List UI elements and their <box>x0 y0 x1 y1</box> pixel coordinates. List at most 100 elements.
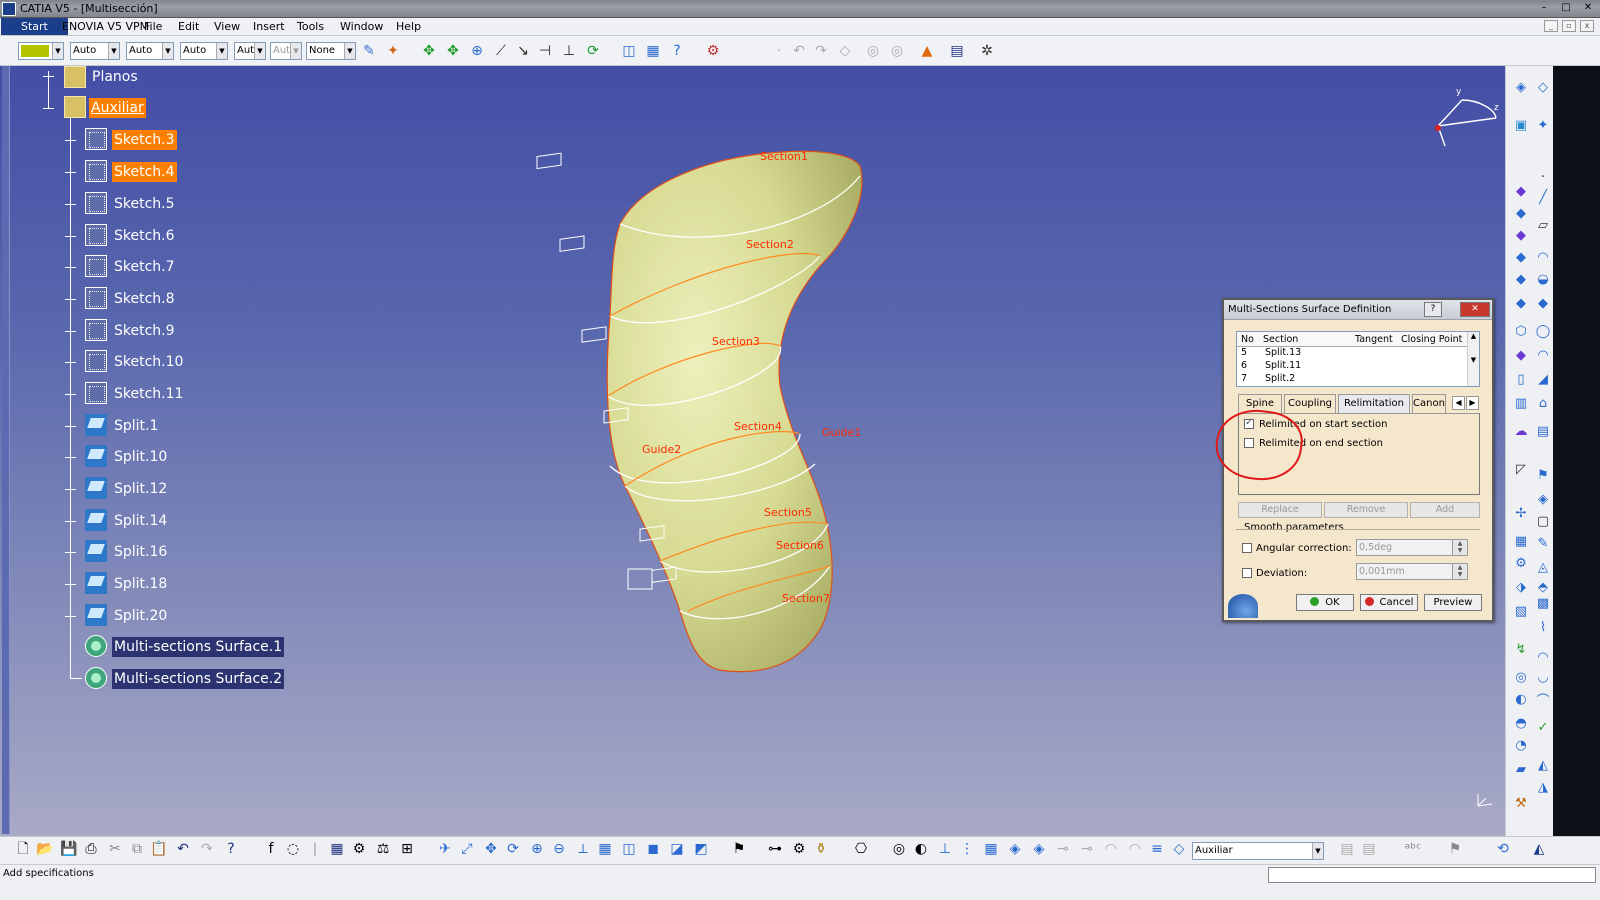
tool-icon[interactable]: ◆ <box>1512 296 1530 312</box>
menu-help[interactable]: Help <box>396 20 421 33</box>
tool-icon[interactable]: ◎ <box>890 841 908 857</box>
spinner-icon[interactable]: ▲ ▼ <box>1452 540 1467 555</box>
tool-icon[interactable]: ◈ <box>1534 492 1552 508</box>
tool-icon[interactable]: ⌇ <box>1534 620 1552 636</box>
remove-button[interactable]: Remove <box>1324 502 1408 518</box>
tool-icon[interactable]: ◐ <box>912 841 930 857</box>
render-style-combo[interactable]: Aut ▼ <box>270 42 302 60</box>
update-icon[interactable]: ⟳ <box>584 43 602 59</box>
menu-view[interactable]: View <box>214 20 240 33</box>
table-row[interactable]: 5 Split.13 <box>1237 347 1467 360</box>
tool-icon[interactable]: ◈ <box>1512 80 1530 96</box>
tool-icon[interactable]: ✓ <box>1534 720 1552 736</box>
tool-icon[interactable]: ◈ <box>1006 841 1024 857</box>
color-combo[interactable]: ▼ <box>18 42 64 60</box>
transparency-combo[interactable]: Auto ▼ <box>70 42 120 60</box>
tool-icon[interactable]: ◆ <box>1512 272 1530 288</box>
snap-icon[interactable]: ⊕ <box>468 43 486 59</box>
iso-view-icon[interactable]: ◫ <box>620 841 638 857</box>
menu-edit[interactable]: Edit <box>178 20 199 33</box>
add-button[interactable]: Add <box>1410 502 1480 518</box>
line-thickness-combo[interactable]: Auto ▼ <box>126 42 174 60</box>
measure-icon[interactable]: ⊶ <box>766 841 784 857</box>
tool-icon[interactable]: ◭ <box>1534 758 1552 774</box>
tool-icon[interactable]: ◆ <box>1512 348 1530 364</box>
catalog-icon[interactable]: ▦ <box>644 43 662 59</box>
tool-icon[interactable]: ▢ <box>1534 514 1552 530</box>
tool-icon[interactable]: ▱ <box>1534 218 1552 234</box>
tool-icon[interactable]: ▦ <box>1512 534 1530 550</box>
table-icon[interactable]: ▤ <box>948 43 966 59</box>
tool-icon[interactable]: ◠ <box>1126 841 1144 857</box>
tool-icon[interactable]: ☁ <box>1512 424 1530 440</box>
tool-icon[interactable]: ◔ <box>1512 738 1530 754</box>
tool-icon[interactable]: · <box>1534 170 1552 186</box>
measure-icon[interactable]: ↘ <box>514 43 532 59</box>
tool-icon[interactable]: ▣ <box>1512 118 1530 134</box>
pan-icon[interactable]: ✥ <box>420 43 438 59</box>
dialog-help-button[interactable]: ? <box>1424 302 1442 317</box>
grid-icon[interactable]: ▦ <box>982 841 1000 857</box>
tool-icon[interactable]: ◓ <box>1512 716 1530 732</box>
compass-icon[interactable]: y z <box>1435 87 1499 147</box>
cut-icon[interactable]: ✂ <box>106 841 124 857</box>
deviation-checkbox[interactable] <box>1242 568 1252 578</box>
text-icon[interactable]: ᵃᵇᶜ <box>1404 841 1422 857</box>
tool-icon[interactable]: ◸ <box>1512 462 1530 478</box>
tool-icon[interactable]: ◯ <box>1534 324 1552 340</box>
replace-button[interactable]: Replace <box>1238 502 1322 518</box>
linetype-combo[interactable]: Auto ▼ <box>180 42 228 60</box>
current-body-combo[interactable]: Auxiliar ▼ <box>1192 842 1324 860</box>
knowledge-icon[interactable]: ⚙ <box>704 43 722 59</box>
tool-icon[interactable]: ⌒ <box>1534 694 1552 710</box>
rotate-icon[interactable]: ⟳ <box>504 841 522 857</box>
catia-app-icon[interactable] <box>2 2 16 16</box>
tool-icon[interactable]: ▤ <box>1338 841 1356 857</box>
menu-tools[interactable]: Tools <box>297 20 324 33</box>
undo-icon[interactable]: ↶ <box>174 841 192 857</box>
cancel-button[interactable]: Cancel <box>1360 594 1418 611</box>
publish-icon[interactable]: ▲ <box>918 43 936 59</box>
tab-relimitation[interactable]: Relimitation <box>1338 394 1410 413</box>
column-header-tangent[interactable]: Tangent <box>1355 334 1393 345</box>
deviation-input[interactable]: 0,001mm ▲ ▼ <box>1356 563 1468 580</box>
angular-correction-input[interactable]: 0,5deg ▲ ▼ <box>1356 539 1468 556</box>
comment-icon[interactable]: ◌ <box>284 841 302 857</box>
tool-icon[interactable]: ◎ <box>1512 670 1530 686</box>
tool-icon[interactable]: ⚑ <box>1534 468 1552 484</box>
minimize-button[interactable]: – <box>1536 1 1552 15</box>
column-header-closing-point[interactable]: Closing Point <box>1401 334 1462 345</box>
tool-icon[interactable]: ▯ <box>1512 372 1530 388</box>
tool-icon[interactable]: ⚙ <box>350 841 368 857</box>
tool-icon[interactable]: ⚙ <box>790 841 808 857</box>
swap-disabled-icon[interactable]: ◎ <box>888 43 906 59</box>
fit-all-icon[interactable]: ⤢ <box>458 841 476 857</box>
copy-icon[interactable]: ⧉ <box>128 841 146 857</box>
new-icon[interactable]: 🗋 <box>14 841 32 857</box>
doc-minimize-icon[interactable]: _ <box>1544 20 1558 32</box>
define-in-work-object-icon[interactable]: ◇ <box>1170 841 1188 857</box>
eraser-icon[interactable]: ◇ <box>836 43 854 59</box>
column-header-section[interactable]: Section <box>1263 334 1298 345</box>
tool-icon[interactable]: ◆ <box>1512 206 1530 222</box>
tool-icon[interactable]: ◈ <box>1030 841 1048 857</box>
print-icon[interactable]: ⎙ <box>82 841 100 857</box>
tool-icon[interactable]: ▤ <box>1534 424 1552 440</box>
hide-show-icon[interactable]: ◪ <box>668 841 686 857</box>
doc-close-icon[interactable]: x <box>1580 20 1594 32</box>
hide-disabled-icon[interactable]: ◎ <box>864 43 882 59</box>
move-icon[interactable]: ✥ <box>444 43 462 59</box>
paint-brush-icon[interactable]: ✎ <box>360 43 378 59</box>
shading-icon[interactable]: ◼ <box>644 841 662 857</box>
axis-system-icon[interactable]: ⊥ <box>936 841 954 857</box>
cube-icon[interactable]: ◫ <box>620 43 638 59</box>
tool-icon[interactable]: ⬘ <box>1534 580 1552 596</box>
tool-icon[interactable]: ▥ <box>1512 396 1530 412</box>
maximize-button[interactable]: □ <box>1558 1 1574 15</box>
tool-icon[interactable]: ◆ <box>1534 296 1552 312</box>
paste-icon[interactable]: 📋 <box>150 841 168 857</box>
tool-icon[interactable]: ✎ <box>1534 536 1552 552</box>
tool-icon[interactable]: ◠ <box>1534 348 1552 364</box>
close-button[interactable]: ✕ <box>1580 1 1596 15</box>
tool-icon[interactable]: ⌂ <box>1534 396 1552 412</box>
